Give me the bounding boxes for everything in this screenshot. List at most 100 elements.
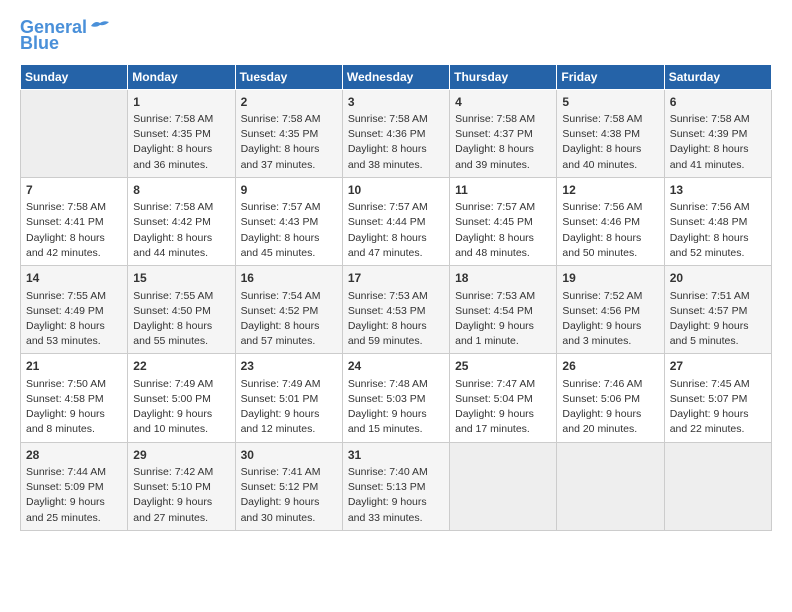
- day-info-line: Sunset: 4:37 PM: [455, 127, 551, 142]
- day-number: 1: [133, 94, 229, 111]
- weekday-saturday: Saturday: [664, 64, 771, 89]
- day-info-line: Daylight: 9 hours: [348, 407, 444, 422]
- calendar-cell: [450, 442, 557, 530]
- calendar-cell: 5Sunrise: 7:58 AMSunset: 4:38 PMDaylight…: [557, 89, 664, 177]
- day-info-line: and 22 minutes.: [670, 422, 766, 437]
- day-info-line: Sunrise: 7:42 AM: [133, 465, 229, 480]
- day-info-line: Daylight: 8 hours: [455, 142, 551, 157]
- day-number: 30: [241, 447, 337, 464]
- day-info-line: Sunset: 4:53 PM: [348, 304, 444, 319]
- calendar-cell: 8Sunrise: 7:58 AMSunset: 4:42 PMDaylight…: [128, 177, 235, 265]
- day-info-line: and 25 minutes.: [26, 511, 122, 526]
- day-info-line: Sunset: 4:41 PM: [26, 215, 122, 230]
- day-info-line: Sunset: 4:52 PM: [241, 304, 337, 319]
- calendar-cell: 11Sunrise: 7:57 AMSunset: 4:45 PMDayligh…: [450, 177, 557, 265]
- day-number: 19: [562, 270, 658, 287]
- day-info-line: and 37 minutes.: [241, 158, 337, 173]
- day-number: 13: [670, 182, 766, 199]
- day-info-line: and 48 minutes.: [455, 246, 551, 261]
- day-info-line: Daylight: 8 hours: [562, 231, 658, 246]
- day-info-line: Sunrise: 7:48 AM: [348, 377, 444, 392]
- weekday-thursday: Thursday: [450, 64, 557, 89]
- calendar-cell: 28Sunrise: 7:44 AMSunset: 5:09 PMDayligh…: [21, 442, 128, 530]
- day-info-line: Daylight: 9 hours: [241, 495, 337, 510]
- day-info-line: and 3 minutes.: [562, 334, 658, 349]
- day-number: 25: [455, 358, 551, 375]
- calendar-cell: 27Sunrise: 7:45 AMSunset: 5:07 PMDayligh…: [664, 354, 771, 442]
- day-info-line: Sunrise: 7:53 AM: [455, 289, 551, 304]
- day-info-line: and 47 minutes.: [348, 246, 444, 261]
- day-info-line: Sunrise: 7:47 AM: [455, 377, 551, 392]
- day-info-line: and 44 minutes.: [133, 246, 229, 261]
- day-info-line: and 1 minute.: [455, 334, 551, 349]
- day-info-line: and 38 minutes.: [348, 158, 444, 173]
- day-info-line: Daylight: 8 hours: [348, 231, 444, 246]
- day-info-line: Daylight: 8 hours: [26, 319, 122, 334]
- day-number: 10: [348, 182, 444, 199]
- day-info-line: Sunrise: 7:55 AM: [26, 289, 122, 304]
- day-info-line: Daylight: 9 hours: [348, 495, 444, 510]
- day-info-line: and 12 minutes.: [241, 422, 337, 437]
- day-info-line: Daylight: 9 hours: [241, 407, 337, 422]
- day-info-line: Sunset: 4:54 PM: [455, 304, 551, 319]
- calendar-week-row: 7Sunrise: 7:58 AMSunset: 4:41 PMDaylight…: [21, 177, 772, 265]
- day-info-line: and 33 minutes.: [348, 511, 444, 526]
- day-info-line: and 53 minutes.: [26, 334, 122, 349]
- day-info-line: and 17 minutes.: [455, 422, 551, 437]
- weekday-sunday: Sunday: [21, 64, 128, 89]
- weekday-tuesday: Tuesday: [235, 64, 342, 89]
- day-info-line: Daylight: 9 hours: [455, 407, 551, 422]
- day-info-line: Sunset: 4:50 PM: [133, 304, 229, 319]
- day-info-line: and 8 minutes.: [26, 422, 122, 437]
- day-info-line: and 57 minutes.: [241, 334, 337, 349]
- day-info-line: Daylight: 8 hours: [455, 231, 551, 246]
- calendar-cell: 20Sunrise: 7:51 AMSunset: 4:57 PMDayligh…: [664, 266, 771, 354]
- day-info-line: Sunrise: 7:44 AM: [26, 465, 122, 480]
- day-info-line: Sunset: 4:45 PM: [455, 215, 551, 230]
- day-info-line: Sunrise: 7:58 AM: [348, 112, 444, 127]
- day-info-line: Daylight: 9 hours: [26, 407, 122, 422]
- calendar-cell: 29Sunrise: 7:42 AMSunset: 5:10 PMDayligh…: [128, 442, 235, 530]
- day-info-line: Sunset: 4:46 PM: [562, 215, 658, 230]
- day-info-line: Daylight: 8 hours: [133, 319, 229, 334]
- day-info-line: Daylight: 8 hours: [562, 142, 658, 157]
- day-info-line: Daylight: 9 hours: [562, 319, 658, 334]
- day-info-line: and 20 minutes.: [562, 422, 658, 437]
- calendar-cell: 13Sunrise: 7:56 AMSunset: 4:48 PMDayligh…: [664, 177, 771, 265]
- day-info-line: Sunrise: 7:56 AM: [562, 200, 658, 215]
- day-info-line: Sunrise: 7:52 AM: [562, 289, 658, 304]
- calendar-cell: 7Sunrise: 7:58 AMSunset: 4:41 PMDaylight…: [21, 177, 128, 265]
- calendar-cell: 26Sunrise: 7:46 AMSunset: 5:06 PMDayligh…: [557, 354, 664, 442]
- day-number: 11: [455, 182, 551, 199]
- day-info-line: Sunrise: 7:55 AM: [133, 289, 229, 304]
- calendar-cell: 15Sunrise: 7:55 AMSunset: 4:50 PMDayligh…: [128, 266, 235, 354]
- calendar-cell: 2Sunrise: 7:58 AMSunset: 4:35 PMDaylight…: [235, 89, 342, 177]
- day-info-line: Sunrise: 7:41 AM: [241, 465, 337, 480]
- logo-bird-icon: [89, 18, 111, 34]
- day-number: 5: [562, 94, 658, 111]
- calendar-cell: 17Sunrise: 7:53 AMSunset: 4:53 PMDayligh…: [342, 266, 449, 354]
- calendar-cell: 14Sunrise: 7:55 AMSunset: 4:49 PMDayligh…: [21, 266, 128, 354]
- day-info-line: and 40 minutes.: [562, 158, 658, 173]
- calendar-cell: 12Sunrise: 7:56 AMSunset: 4:46 PMDayligh…: [557, 177, 664, 265]
- day-info-line: Sunrise: 7:40 AM: [348, 465, 444, 480]
- day-info-line: Daylight: 8 hours: [348, 319, 444, 334]
- calendar-cell: 4Sunrise: 7:58 AMSunset: 4:37 PMDaylight…: [450, 89, 557, 177]
- calendar-cell: 16Sunrise: 7:54 AMSunset: 4:52 PMDayligh…: [235, 266, 342, 354]
- day-info-line: and 45 minutes.: [241, 246, 337, 261]
- day-number: 6: [670, 94, 766, 111]
- calendar-cell: 19Sunrise: 7:52 AMSunset: 4:56 PMDayligh…: [557, 266, 664, 354]
- day-number: 21: [26, 358, 122, 375]
- day-number: 12: [562, 182, 658, 199]
- day-info-line: Sunset: 4:36 PM: [348, 127, 444, 142]
- day-info-line: Sunrise: 7:57 AM: [455, 200, 551, 215]
- calendar-cell: [664, 442, 771, 530]
- day-info-line: and 10 minutes.: [133, 422, 229, 437]
- day-info-line: Sunset: 5:09 PM: [26, 480, 122, 495]
- calendar-cell: 9Sunrise: 7:57 AMSunset: 4:43 PMDaylight…: [235, 177, 342, 265]
- calendar-cell: 25Sunrise: 7:47 AMSunset: 5:04 PMDayligh…: [450, 354, 557, 442]
- day-info-line: Sunrise: 7:54 AM: [241, 289, 337, 304]
- calendar-week-row: 14Sunrise: 7:55 AMSunset: 4:49 PMDayligh…: [21, 266, 772, 354]
- day-info-line: Sunrise: 7:58 AM: [241, 112, 337, 127]
- day-info-line: and 50 minutes.: [562, 246, 658, 261]
